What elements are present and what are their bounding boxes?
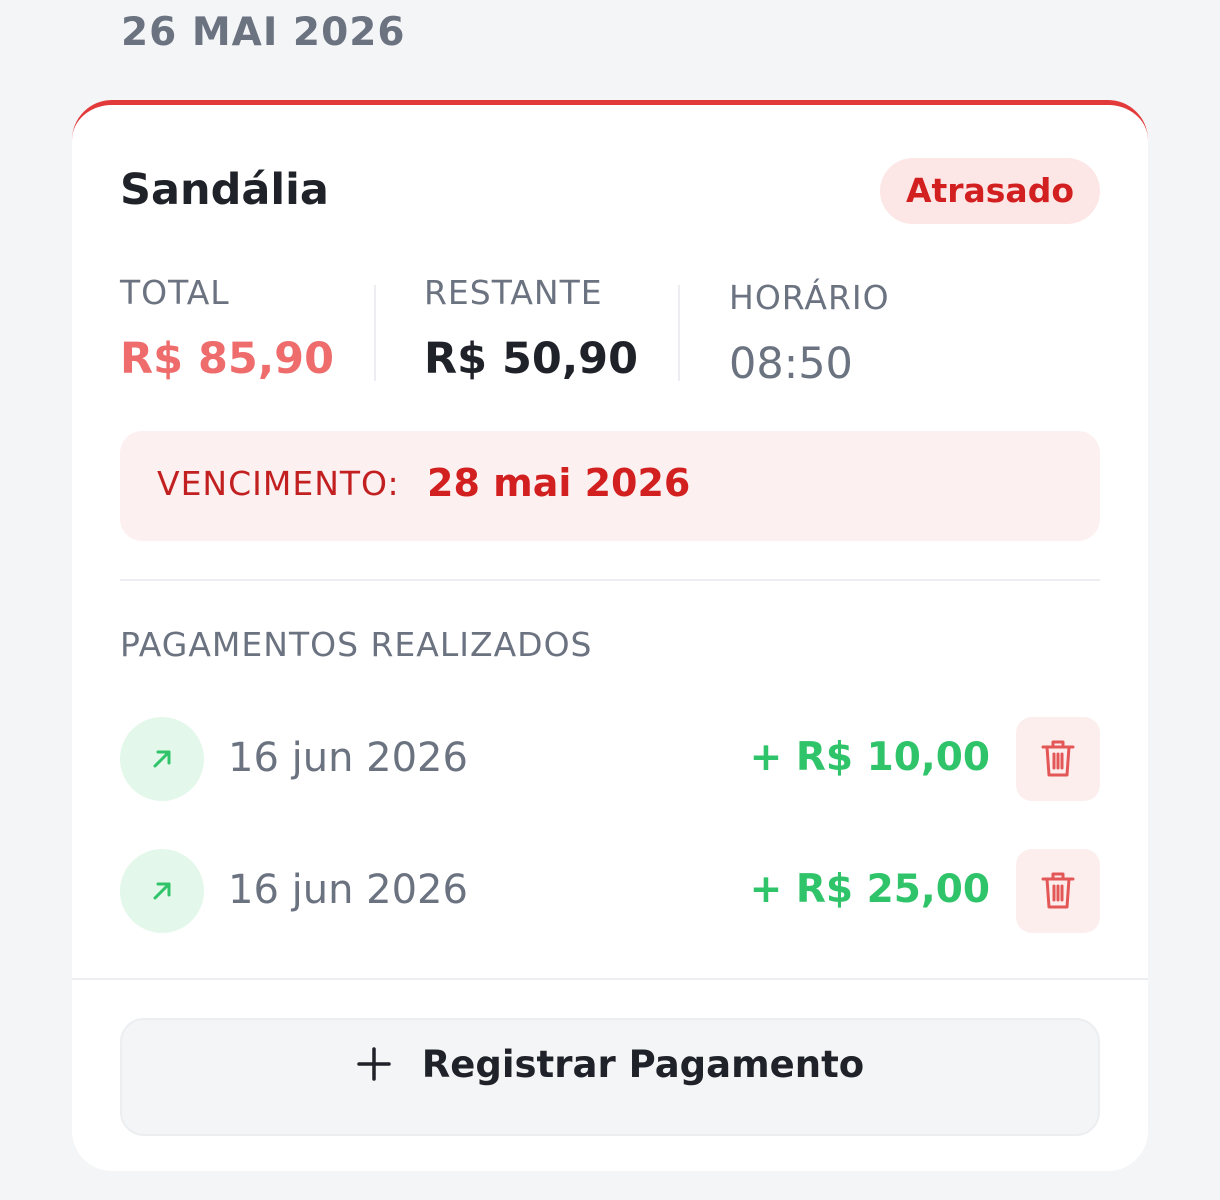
payment-row: 16 jun 2026 + R$ 25,00: [120, 849, 1100, 933]
delete-payment-button[interactable]: [1016, 849, 1100, 933]
payment-row: 16 jun 2026 + R$ 10,00: [120, 717, 1100, 801]
remaining-value: R$ 50,90: [424, 334, 639, 384]
register-payment-label: Registrar Pagamento: [421, 1042, 865, 1086]
trash-icon: [1041, 872, 1075, 909]
divider: [120, 579, 1100, 581]
due-date-box: VENCIMENTO: 28 mai 2026: [120, 431, 1100, 541]
delete-payment-button[interactable]: [1016, 717, 1100, 801]
time-label: HORÁRIO: [729, 278, 890, 317]
payments-section-title: PAGAMENTOS REALIZADOS: [120, 625, 593, 664]
payment-date: 16 jun 2026: [228, 867, 468, 913]
status-badge: Atrasado: [879, 158, 1100, 224]
due-value: 28 mai 2026: [427, 461, 691, 505]
bill-card: Sandália Atrasado TOTAL R$ 85,90 RESTANT…: [72, 100, 1148, 1171]
plus-icon: [357, 1047, 391, 1081]
remaining-label: RESTANTE: [424, 273, 603, 312]
bill-title: Sandália: [120, 165, 329, 215]
footer-divider: [72, 978, 1148, 980]
due-label: VENCIMENTO:: [157, 464, 400, 503]
trash-icon: [1041, 740, 1075, 777]
payment-amount: + R$ 25,00: [749, 867, 990, 912]
payment-date: 16 jun 2026: [228, 735, 468, 781]
time-value: 08:50: [729, 339, 853, 389]
payment-amount: + R$ 10,00: [749, 735, 990, 780]
total-value: R$ 85,90: [120, 334, 335, 384]
total-label: TOTAL: [120, 273, 230, 312]
stat-divider: [678, 285, 680, 381]
register-payment-button[interactable]: Registrar Pagamento: [120, 1018, 1100, 1136]
remaining-stat: RESTANTE R$ 50,90: [424, 273, 638, 384]
total-stat: TOTAL R$ 85,90: [120, 273, 334, 384]
arrow-up-right-icon: [120, 849, 204, 933]
section-date-header: 26 MAI 2026: [121, 10, 406, 55]
time-stat: HORÁRIO 08:50: [729, 278, 890, 389]
stat-divider: [374, 285, 376, 381]
arrow-up-right-icon: [120, 717, 204, 801]
